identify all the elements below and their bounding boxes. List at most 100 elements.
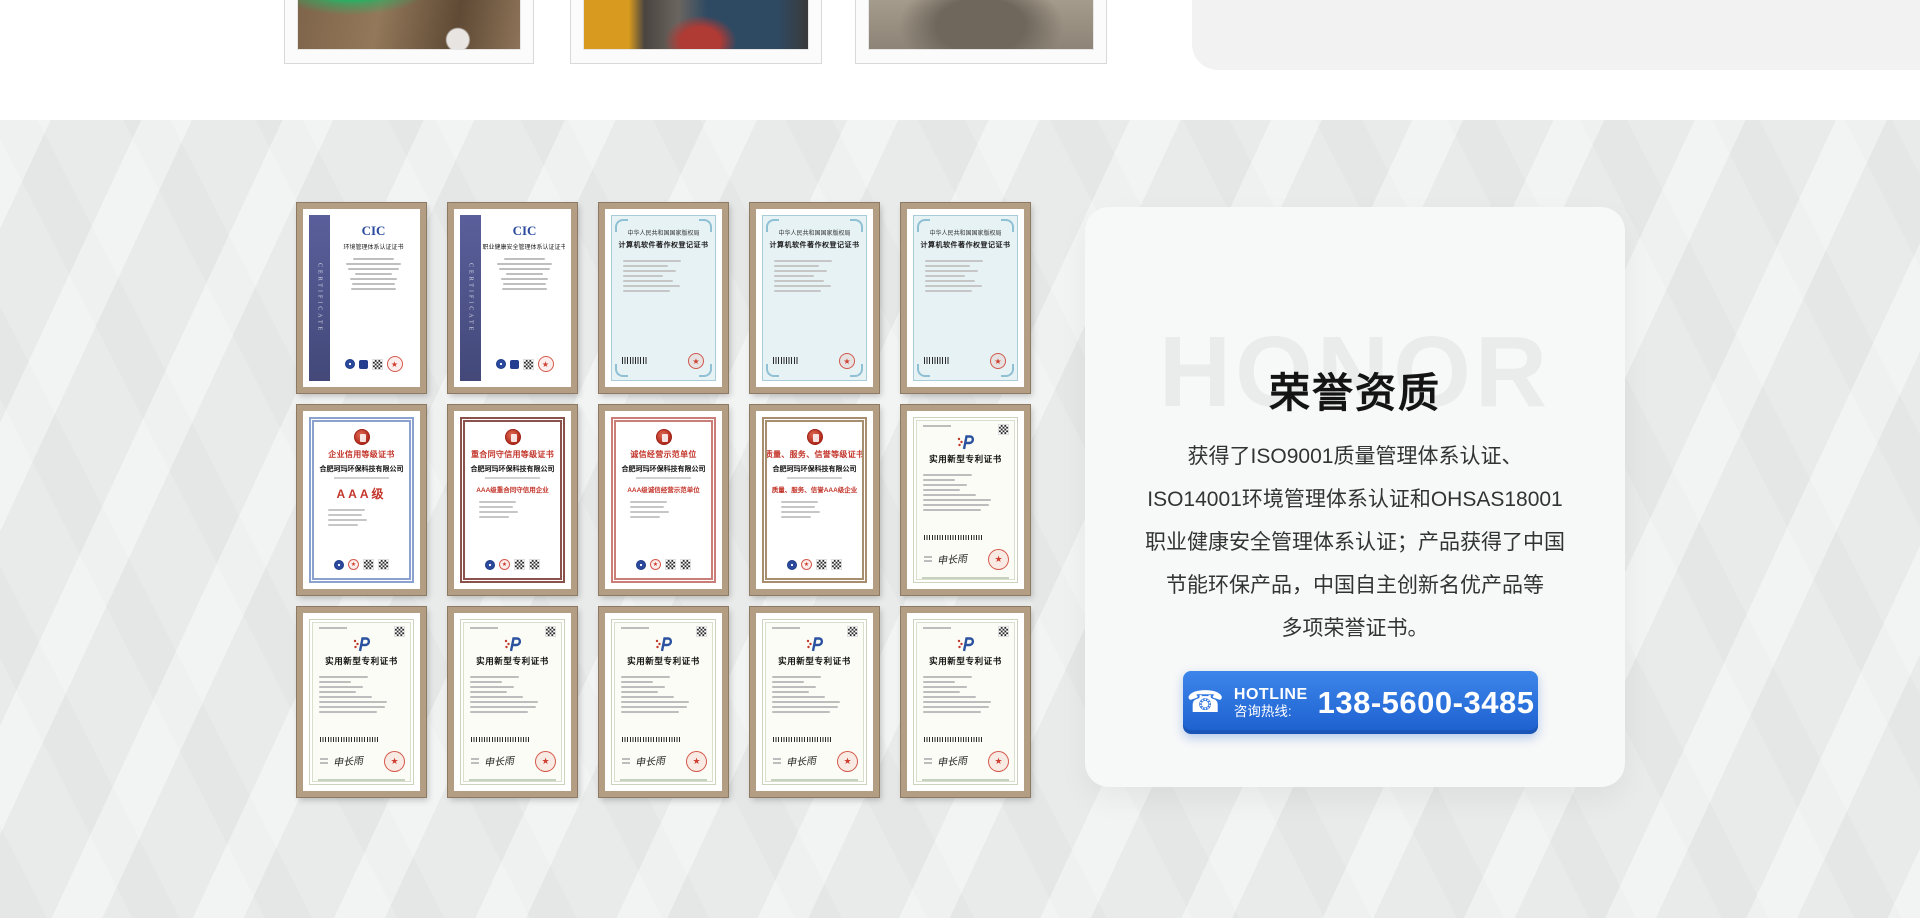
description-line: 多项荣誉证书。 xyxy=(1115,607,1595,650)
text-line-placeholder xyxy=(501,278,549,280)
phone-icon: ☎ xyxy=(1187,688,1224,718)
certificate-thumbnail-copyright[interactable]: 中华人民共和国国家版权局计算机软件著作权登记证书★ xyxy=(901,203,1030,393)
certificate-side-band: CERTIFICATE xyxy=(309,215,330,381)
project-photo-card[interactable] xyxy=(855,0,1107,64)
certificate-title: 计算机软件著作权登记证书 xyxy=(921,240,1011,250)
text-line-placeholder xyxy=(328,514,361,516)
text-line-placeholder xyxy=(623,265,667,267)
certificate-body-lines xyxy=(630,498,697,518)
text-line-placeholder xyxy=(925,280,975,282)
signature-label-lines xyxy=(924,556,932,562)
text-line-placeholder xyxy=(630,516,660,518)
signature-label-lines xyxy=(773,758,781,764)
certificate-number-placeholder xyxy=(319,627,347,629)
text-line-placeholder xyxy=(772,681,804,683)
text-line-placeholder xyxy=(774,280,824,282)
rating-agency-logo-icon xyxy=(334,560,344,570)
certificate-thumbnail-patent[interactable]: 实用新型专利证书申长雨★ xyxy=(901,405,1030,595)
text-line-placeholder xyxy=(319,696,371,698)
accreditation-logo-icon xyxy=(496,359,506,369)
company-name: 合肥珂玛环保科技有限公司 xyxy=(471,464,555,474)
certificate-title: 实用新型专利证书 xyxy=(778,655,851,667)
text-line-placeholder xyxy=(470,696,522,698)
ornamental-bottom-border xyxy=(922,779,1009,781)
rating-agency-logo-icon xyxy=(787,560,797,570)
certificate-thumbnail-cic[interactable]: CERTIFICATECIC环境管理体系认证证书★ xyxy=(297,203,426,393)
certificate-grid: CERTIFICATECIC环境管理体系认证证书★ CERTIFICATECIC职… xyxy=(297,203,1030,797)
text-line-placeholder xyxy=(470,701,538,703)
certificate-thumbnail-credit[interactable]: 诚信经营示范单位合肥珂玛环保科技有限公司AAA级诚信经营示范单位★ xyxy=(599,405,728,595)
certificate-title: 实用新型专利证书 xyxy=(929,655,1002,667)
certificate-thumbnail-patent[interactable]: 实用新型专利证书申长雨★ xyxy=(750,607,879,797)
qr-code xyxy=(816,559,827,570)
text-line-placeholder xyxy=(334,477,389,479)
project-photo-card[interactable] xyxy=(570,0,822,64)
text-line-placeholder xyxy=(355,273,393,275)
cnipa-logo-icon xyxy=(956,435,976,450)
utility-patent-certificate-page: 实用新型专利证书申长雨★ xyxy=(309,619,414,785)
text-line-placeholder xyxy=(772,696,824,698)
issuing-authority: 中华人民共和国国家版权局 xyxy=(778,228,850,237)
barcode xyxy=(622,357,648,364)
qr-code xyxy=(831,559,842,570)
national-emblem-seal-icon: ★ xyxy=(988,549,1009,570)
hotline-button[interactable]: ☎ HOTLINE 咨询热线: 138-5600-3485 xyxy=(1183,671,1538,734)
ornamental-corner xyxy=(917,219,930,232)
certificate-thumbnail-patent[interactable]: 实用新型专利证书申长雨★ xyxy=(297,607,426,797)
barcode xyxy=(471,737,529,742)
certificate-thumbnail-credit[interactable]: 质量、服务、信誉等级证书合肥珂玛环保科技有限公司质量、服务、信誉AAA级企业★ xyxy=(750,405,879,595)
certificate-thumbnail-patent[interactable]: 实用新型专利证书申长雨★ xyxy=(901,607,1030,797)
text-line-placeholder xyxy=(623,275,663,277)
certificate-footer-icons: ★ xyxy=(490,356,559,372)
certificate-thumbnail-patent[interactable]: 实用新型专利证书申长雨★ xyxy=(599,607,728,797)
signature-block: 申长雨 xyxy=(320,753,363,768)
text-line-placeholder xyxy=(479,501,516,503)
credit-rating-certificate-page: 企业信用等级证书合肥珂玛环保科技有限公司AAA级★ xyxy=(309,417,414,583)
certificate-thumbnail-credit[interactable]: 企业信用等级证书合肥珂玛环保科技有限公司AAA级★ xyxy=(297,405,426,595)
director-signature: 申长雨 xyxy=(333,752,364,769)
text-line-placeholder xyxy=(346,263,401,265)
certificate-thumbnail-patent[interactable]: 实用新型专利证书申长雨★ xyxy=(448,607,577,797)
text-line-placeholder xyxy=(787,477,842,479)
certificate-title: 实用新型专利证书 xyxy=(627,655,700,667)
signature-label-lines xyxy=(622,758,630,764)
certificate-thumbnail-copyright[interactable]: 中华人民共和国国家版权局计算机软件著作权登记证书★ xyxy=(599,203,728,393)
certificate-thumbnail-credit[interactable]: 重合同守信用等级证书合肥珂玛环保科技有限公司AAA级重合同守信用企业★ xyxy=(448,405,577,595)
red-star-seal-icon: ★ xyxy=(538,356,554,372)
text-line-placeholder xyxy=(923,696,975,698)
ornamental-bottom-border xyxy=(469,779,556,781)
barcode xyxy=(773,737,831,742)
project-photo-card[interactable] xyxy=(284,0,534,64)
text-line-placeholder xyxy=(923,691,960,693)
qr-code xyxy=(680,559,691,570)
certificate-title: 计算机软件著作权登记证书 xyxy=(770,240,860,250)
text-line-placeholder xyxy=(774,265,818,267)
utility-patent-certificate-page: 实用新型专利证书申长雨★ xyxy=(913,417,1018,583)
text-line-placeholder xyxy=(502,288,547,290)
software-copyright-certificate-page: 中华人民共和国国家版权局计算机软件著作权登记证书★ xyxy=(611,215,716,381)
honor-panel: HONOR 荣誉资质 获得了ISO9001质量管理体系认证、 ISO14001环… xyxy=(1085,207,1625,787)
text-line-placeholder xyxy=(623,260,681,262)
cic-certificate-page: CERTIFICATECIC职业健康安全管理体系认证证书★ xyxy=(460,215,565,381)
certificate-thumbnail-copyright[interactable]: 中华人民共和国国家版权局计算机软件著作权登记证书★ xyxy=(750,203,879,393)
certificate-body-lines xyxy=(925,257,1005,292)
text-line-placeholder xyxy=(621,701,689,703)
company-name: 合肥珂玛环保科技有限公司 xyxy=(320,464,404,474)
text-line-placeholder xyxy=(351,288,396,290)
cnipa-logo-icon xyxy=(805,637,825,652)
text-line-placeholder xyxy=(925,260,983,262)
certificate-thumbnail-cic[interactable]: CERTIFICATECIC职业健康安全管理体系认证证书★ xyxy=(448,203,577,393)
rating-grade-text: AAA级诚信经营示范单位 xyxy=(627,484,700,494)
text-line-placeholder xyxy=(353,258,393,260)
ornamental-bottom-border xyxy=(620,779,707,781)
hotline-labels: HOTLINE 咨询热线: xyxy=(1234,686,1308,720)
certificate-footer-icons: ★ xyxy=(339,356,408,372)
text-line-placeholder xyxy=(772,691,809,693)
text-line-placeholder xyxy=(319,706,385,708)
utility-patent-certificate-page: 实用新型专利证书申长雨★ xyxy=(460,619,565,785)
barcode xyxy=(622,737,680,742)
certificate-body-lines xyxy=(492,255,557,290)
ornamental-corner xyxy=(850,219,863,232)
signature-block: 申长雨 xyxy=(924,753,967,768)
text-line-placeholder xyxy=(923,499,991,501)
